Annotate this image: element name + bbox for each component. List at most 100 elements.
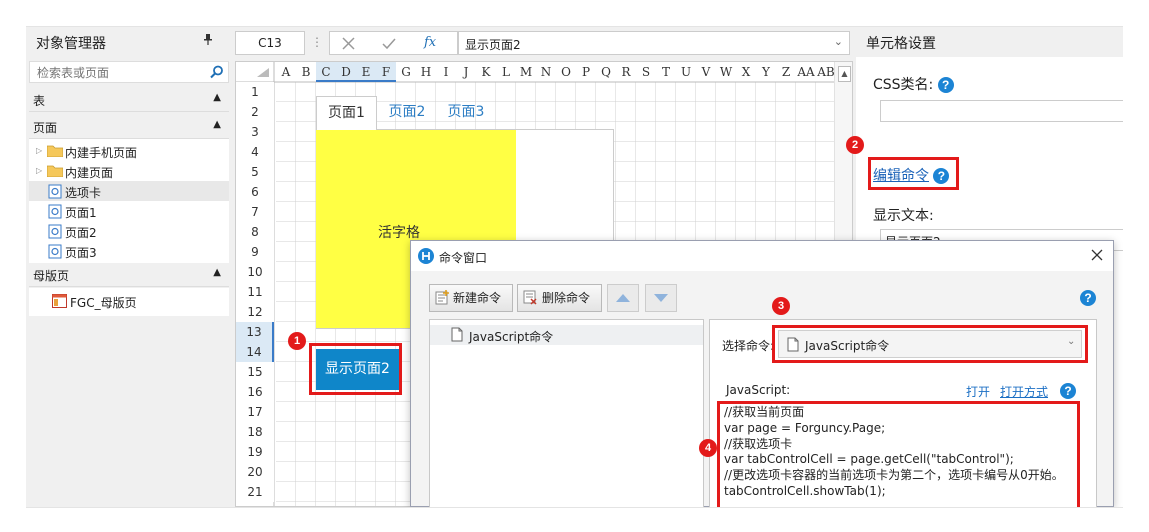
- row-header[interactable]: 20: [236, 462, 274, 482]
- open-link[interactable]: 打开: [966, 383, 990, 400]
- column-header[interactable]: W: [716, 62, 736, 82]
- column-header[interactable]: S: [636, 62, 656, 82]
- column-header[interactable]: AA: [796, 62, 816, 82]
- page-tree: ▷ 内建手机页面 ▷ 内建页面 选项卡 页面1 页面2 页面3: [29, 139, 229, 263]
- expand-arrow-icon[interactable]: ▷: [36, 166, 42, 175]
- column-header[interactable]: B: [296, 62, 316, 82]
- column-header[interactable]: G: [396, 62, 416, 82]
- row-header[interactable]: 12: [236, 302, 274, 322]
- row-header[interactable]: 17: [236, 402, 274, 422]
- row-header[interactable]: 2: [236, 102, 274, 122]
- more-icon[interactable]: ⋮: [311, 35, 323, 49]
- column-header[interactable]: N: [536, 62, 556, 82]
- help-icon[interactable]: ?: [1060, 383, 1076, 399]
- cell-reference-box[interactable]: C13: [235, 31, 305, 55]
- column-header[interactable]: O: [556, 62, 576, 82]
- tree-page-1[interactable]: 页面1: [29, 201, 229, 221]
- annotation-badge-2: 2: [846, 136, 864, 154]
- close-icon[interactable]: [1091, 249, 1103, 261]
- row-header[interactable]: 9: [236, 242, 274, 262]
- collapse-icon[interactable]: ▲: [213, 119, 221, 130]
- css-class-input[interactable]: [880, 100, 1123, 122]
- row-header[interactable]: 18: [236, 422, 274, 442]
- highlight-box-3: [772, 325, 1088, 363]
- tab-page2[interactable]: 页面2: [382, 96, 432, 129]
- row-header[interactable]: 6: [236, 182, 274, 202]
- tree-page-2[interactable]: 页面2: [29, 221, 229, 241]
- script-icon: [451, 327, 463, 342]
- row-header[interactable]: 19: [236, 442, 274, 462]
- arrow-down-icon: [654, 294, 668, 302]
- confirm-icon[interactable]: [382, 37, 396, 50]
- row-header[interactable]: 11: [236, 282, 274, 302]
- row-header[interactable]: 10: [236, 262, 274, 282]
- column-header[interactable]: E: [356, 62, 376, 82]
- function-icon[interactable]: fx: [424, 35, 436, 50]
- row-header[interactable]: 1: [236, 82, 274, 102]
- column-header[interactable]: I: [436, 62, 456, 82]
- row-header[interactable]: 21: [236, 482, 274, 502]
- row-header[interactable]: 8: [236, 222, 274, 242]
- row-header[interactable]: 5: [236, 162, 274, 182]
- tab-page3[interactable]: 页面3: [441, 96, 491, 129]
- search-icon[interactable]: [210, 65, 224, 79]
- command-list-item[interactable]: JavaScript命令: [430, 325, 703, 345]
- column-header[interactable]: M: [516, 62, 536, 82]
- tree-folder-builtin[interactable]: ▷ 内建页面: [29, 161, 229, 181]
- cancel-icon[interactable]: [342, 37, 355, 50]
- row-header[interactable]: 7: [236, 202, 274, 222]
- column-header[interactable]: T: [656, 62, 676, 82]
- search-input[interactable]: [35, 63, 199, 83]
- column-header[interactable]: AB: [816, 62, 836, 82]
- column-header[interactable]: X: [736, 62, 756, 82]
- column-header[interactable]: D: [336, 62, 356, 82]
- collapse-icon[interactable]: ▲: [213, 267, 221, 278]
- tab-page1[interactable]: 页面1: [316, 96, 377, 130]
- tree-page-3[interactable]: 页面3: [29, 241, 229, 261]
- column-header[interactable]: H: [416, 62, 436, 82]
- command-config-panel: 选择命令: JavaScript命令 ⌄ JavaScript: 打开 打开方式…: [709, 319, 1097, 507]
- column-header[interactable]: F: [376, 62, 396, 82]
- column-header[interactable]: Y: [756, 62, 776, 82]
- tree-page-tab[interactable]: 选项卡: [29, 181, 229, 201]
- section-tables[interactable]: 表 ▲: [29, 88, 229, 112]
- row-header[interactable]: 15: [236, 362, 274, 382]
- help-icon[interactable]: ?: [937, 77, 954, 93]
- column-header[interactable]: J: [456, 62, 476, 82]
- move-down-button[interactable]: [645, 284, 677, 312]
- formula-actions: fx: [329, 31, 458, 55]
- scroll-up-icon[interactable]: ▲: [838, 66, 851, 82]
- section-masters[interactable]: 母版页 ▲: [29, 263, 229, 287]
- row-header[interactable]: 3: [236, 122, 274, 142]
- column-header[interactable]: A: [276, 62, 296, 82]
- css-class-label-text: CSS类名:: [873, 77, 934, 93]
- expand-icon[interactable]: ⌄: [834, 35, 843, 48]
- delete-command-button[interactable]: 删除命令: [517, 284, 602, 312]
- tree-folder-mobile[interactable]: ▷ 内建手机页面: [29, 141, 229, 161]
- section-pages[interactable]: 页面 ▲: [29, 115, 229, 139]
- move-up-button[interactable]: [607, 284, 639, 312]
- row-header[interactable]: 13: [236, 322, 274, 342]
- collapse-icon[interactable]: ▲: [213, 92, 221, 103]
- column-header[interactable]: V: [696, 62, 716, 82]
- command-list-label: JavaScript命令: [469, 330, 554, 344]
- column-header[interactable]: R: [616, 62, 636, 82]
- row-header[interactable]: 14: [236, 342, 274, 362]
- column-header[interactable]: K: [476, 62, 496, 82]
- column-header[interactable]: Z: [776, 62, 796, 82]
- column-header[interactable]: U: [676, 62, 696, 82]
- formula-bar[interactable]: 显示页面2 ⌄: [458, 31, 850, 55]
- new-command-button[interactable]: 新建命令: [429, 284, 513, 312]
- row-header[interactable]: 16: [236, 382, 274, 402]
- row-header[interactable]: 4: [236, 142, 274, 162]
- object-manager-title: 对象管理器: [36, 36, 106, 52]
- master-page-item[interactable]: FGC_母版页: [29, 288, 229, 316]
- pin-icon[interactable]: [204, 34, 212, 46]
- help-icon[interactable]: ?: [1080, 290, 1096, 306]
- column-header[interactable]: P: [576, 62, 596, 82]
- expand-arrow-icon[interactable]: ▷: [36, 146, 42, 155]
- open-with-link[interactable]: 打开方式: [1000, 383, 1048, 400]
- column-header[interactable]: L: [496, 62, 516, 82]
- column-header[interactable]: C: [316, 62, 336, 82]
- column-header[interactable]: Q: [596, 62, 616, 82]
